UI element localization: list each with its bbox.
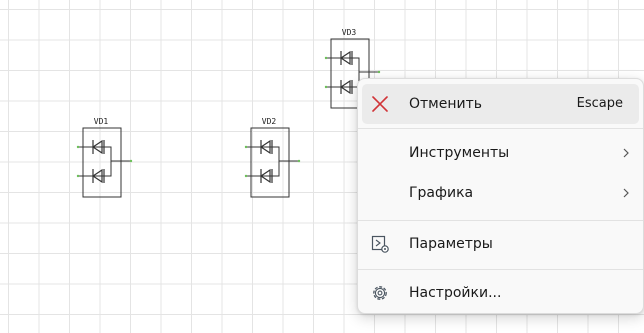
menu-item-parameters[interactable]: Параметры — [362, 224, 639, 264]
menu-divider — [358, 220, 643, 221]
menu-divider — [358, 128, 643, 129]
menu-item-label: Параметры — [409, 236, 493, 252]
menu-item-label: Отменить — [409, 96, 483, 112]
parameters-icon — [371, 235, 389, 253]
chevron-right-icon — [623, 148, 629, 158]
menu-item-cancel[interactable]: Отменить Escape — [362, 84, 639, 124]
menu-divider — [358, 269, 643, 270]
menu-item-label: Графика — [409, 185, 474, 201]
menu-item-label: Инструменты — [409, 145, 510, 161]
settings-gear-icon — [373, 286, 387, 300]
thyristor-pair-icon — [76, 127, 133, 198]
menu-item-tools[interactable]: Инструменты — [362, 133, 639, 173]
close-icon — [372, 96, 388, 112]
thyristor-pair-icon — [244, 127, 301, 198]
component-vd1[interactable]: VD1 — [76, 117, 133, 198]
component-vd2[interactable]: VD2 — [244, 117, 301, 198]
menu-item-settings[interactable]: Настройки... — [362, 273, 639, 313]
chevron-right-icon — [623, 188, 629, 198]
menu-item-label: Настройки... — [409, 285, 502, 301]
menu-item-shortcut: Escape — [576, 96, 623, 111]
menu-item-graphics[interactable]: Графика — [362, 173, 639, 213]
context-menu: Отменить Escape Инструменты Графика Пара… — [357, 78, 644, 314]
